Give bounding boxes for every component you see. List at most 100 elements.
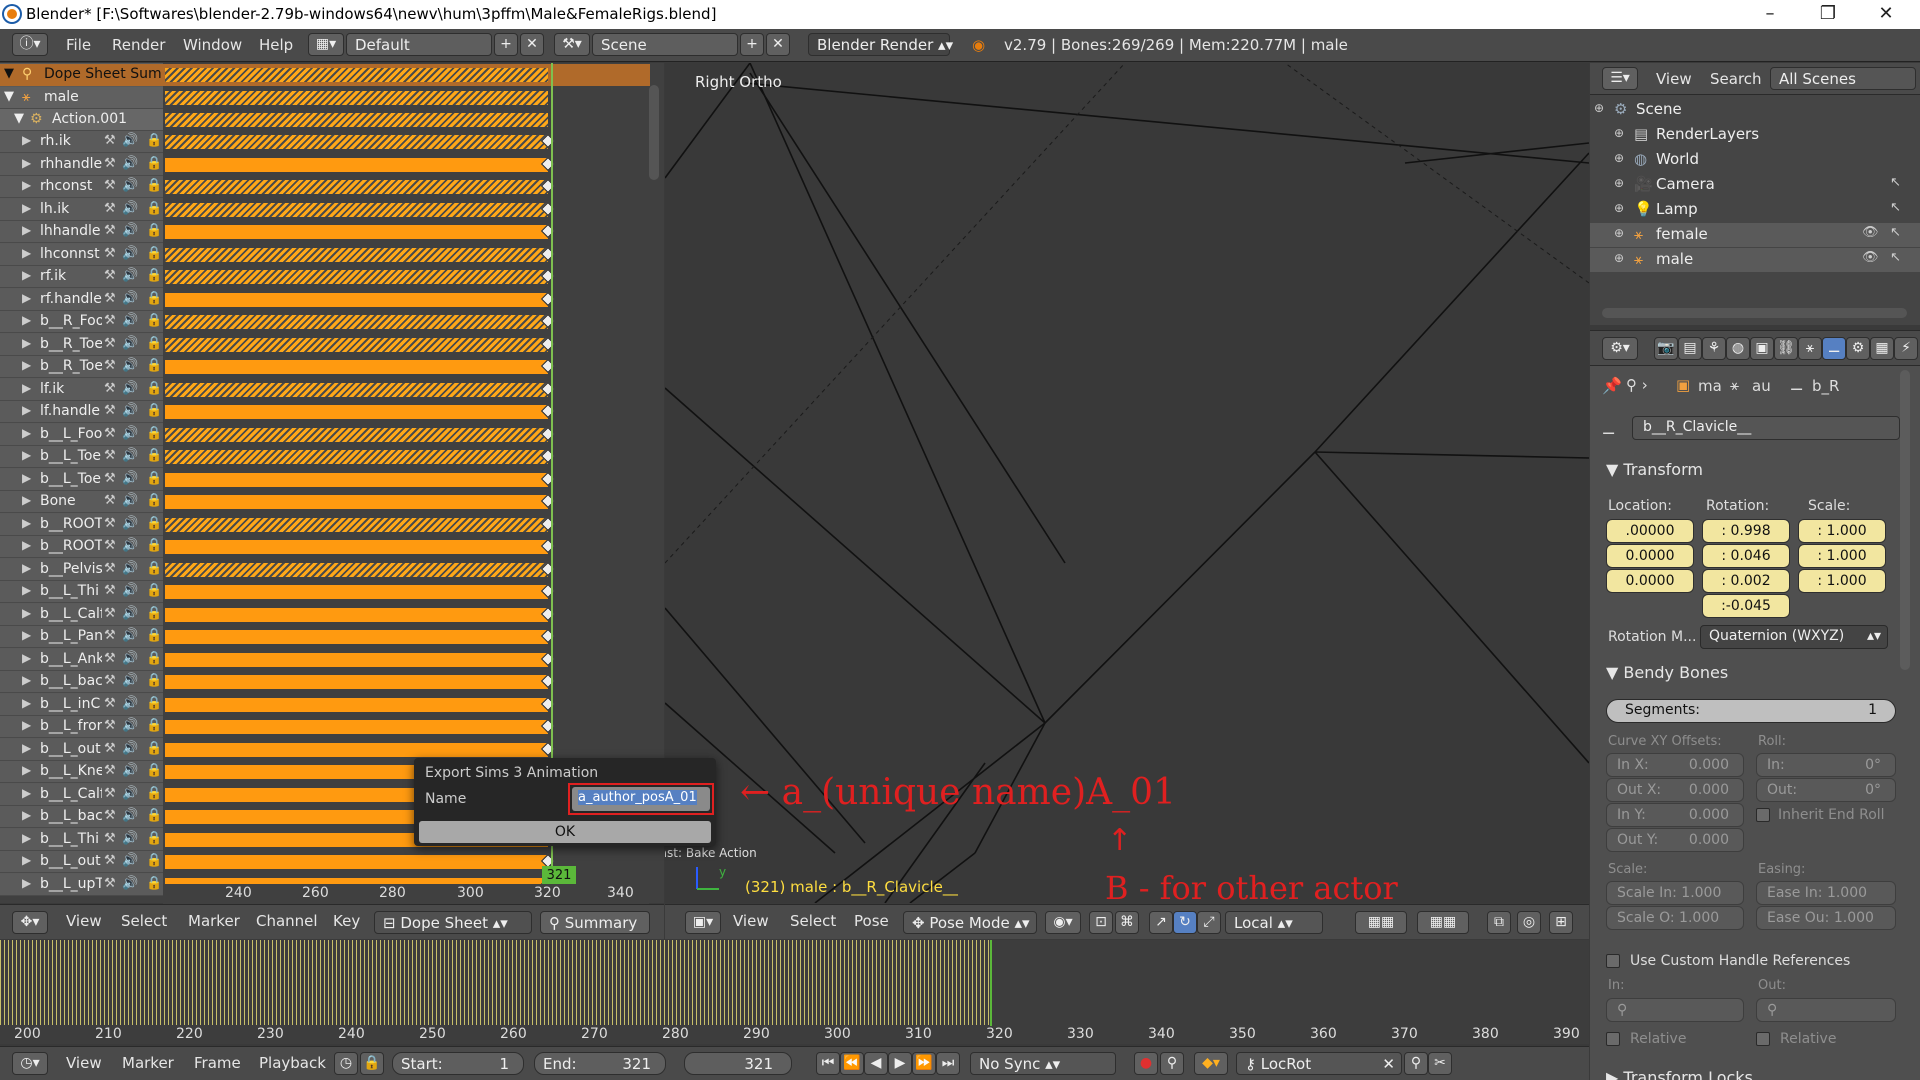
menu-marker[interactable]: Marker: [122, 1054, 174, 1072]
menu-select[interactable]: Select: [121, 912, 167, 930]
menu-frame[interactable]: Frame: [194, 1054, 241, 1072]
speaker-icon[interactable]: 🔊: [122, 133, 138, 148]
wrench-icon[interactable]: ⚒: [104, 133, 116, 148]
wrench-icon[interactable]: ⚒: [104, 786, 116, 801]
menu-file[interactable]: File: [66, 36, 91, 54]
wrench-icon[interactable]: ⚒: [104, 156, 116, 171]
record-icon[interactable]: ●: [1134, 1052, 1158, 1075]
expand-triangle-icon[interactable]: ▶: [22, 133, 31, 147]
speaker-icon[interactable]: 🔊: [122, 718, 138, 733]
menu-help[interactable]: Help: [259, 36, 293, 54]
minimize-button[interactable]: –: [1750, 2, 1790, 26]
start-frame-field[interactable]: Start: 1: [392, 1052, 524, 1075]
layers-tab-icon[interactable]: ▤: [1678, 337, 1702, 360]
wrench-icon[interactable]: ⚒: [104, 516, 116, 531]
roll-in-field[interactable]: In: 0°: [1756, 753, 1896, 777]
preview-range-icon[interactable]: ◷: [334, 1052, 358, 1075]
speaker-icon[interactable]: 🔊: [122, 471, 138, 486]
expand-triangle-icon[interactable]: ▶: [22, 696, 31, 710]
expand-icon[interactable]: ⊕: [1614, 201, 1624, 215]
speaker-icon[interactable]: 🔊: [122, 651, 138, 666]
wrench-icon[interactable]: ⚒: [104, 831, 116, 846]
ok-button[interactable]: OK: [419, 821, 711, 843]
editor-type-icon[interactable]: ▣▾: [685, 911, 721, 934]
remove-scene-button[interactable]: ✕: [766, 33, 790, 56]
lock-icon[interactable]: 🔒: [146, 696, 162, 711]
expand-triangle-icon[interactable]: ▶: [22, 561, 31, 575]
editor-type-icon[interactable]: ◷▾: [12, 1052, 48, 1075]
expand-triangle-icon[interactable]: ▶: [22, 336, 31, 350]
location-z-field[interactable]: 0.0000: [1606, 569, 1694, 593]
outliner-item-lamp[interactable]: ⊕ 💡 Lamp ↖: [1590, 198, 1920, 222]
lock-icon[interactable]: 🔒: [146, 628, 162, 643]
expand-triangle-icon[interactable]: ▶: [22, 201, 31, 215]
expand-triangle-icon[interactable]: ▼: [14, 111, 24, 126]
wrench-icon[interactable]: ⚒: [104, 448, 116, 463]
menu-window[interactable]: Window: [183, 36, 242, 54]
location-y-field[interactable]: 0.0000: [1606, 544, 1694, 568]
speaker-icon[interactable]: 🔊: [122, 808, 138, 823]
speaker-icon[interactable]: 🔊: [122, 156, 138, 171]
outliner-item-renderlayers[interactable]: ⊕ ▤ RenderLayers: [1590, 123, 1920, 147]
menu-pose[interactable]: Pose: [854, 912, 889, 930]
handle-out-field[interactable]: ⚲: [1756, 998, 1896, 1022]
dope-ruler[interactable]: 240 260 280 300 320 340: [163, 884, 649, 904]
speaker-icon[interactable]: 🔊: [122, 853, 138, 868]
lock-icon[interactable]: 🔒: [146, 178, 162, 193]
lock-layers-icon[interactable]: ⧉: [1487, 911, 1511, 934]
wrench-icon[interactable]: ⚒: [104, 718, 116, 733]
timeline-editor[interactable]: 200 210 220 230 240 250 260 270 280 290 300 310 320 3…: [0, 940, 1589, 1044]
custom-handle-checkbox[interactable]: [1606, 954, 1620, 968]
lock-icon[interactable]: 🔒: [146, 268, 162, 283]
lock-icon[interactable]: 🔒: [146, 223, 162, 238]
speaker-icon[interactable]: 🔊: [122, 741, 138, 756]
outliner-item-male[interactable]: ⊕ ⚹ male ↖ 👁: [1590, 248, 1920, 272]
lock-icon[interactable]: 🔒: [146, 718, 162, 733]
lock-icon[interactable]: 🔒: [146, 538, 162, 553]
lock-icon[interactable]: 🔒: [146, 516, 162, 531]
speaker-icon[interactable]: 🔊: [122, 786, 138, 801]
lock-icon[interactable]: 🔒: [146, 763, 162, 778]
jump-end-icon[interactable]: ⏭: [936, 1052, 960, 1075]
lock-icon[interactable]: 🔒: [146, 381, 162, 396]
render-tab-icon[interactable]: 📷: [1654, 337, 1678, 360]
speaker-icon[interactable]: 🔊: [122, 403, 138, 418]
expand-triangle-icon[interactable]: ▶: [22, 741, 31, 755]
expand-icon[interactable]: ⊕: [1614, 226, 1624, 240]
expand-triangle-icon[interactable]: ▶: [22, 673, 31, 687]
editor-type-info-icon[interactable]: ⓘ▾: [12, 33, 48, 56]
restore-button[interactable]: ❐: [1808, 2, 1848, 26]
speaker-icon[interactable]: 🔊: [122, 583, 138, 598]
expand-icon[interactable]: ⊕: [1614, 176, 1624, 190]
outliner-item-female[interactable]: ⊕ ⚹ female ↖ 👁: [1590, 223, 1920, 247]
rotation-y-field[interactable]: : 0.002: [1702, 569, 1790, 593]
speaker-icon[interactable]: 🔊: [122, 381, 138, 396]
add-layout-button[interactable]: +: [494, 33, 518, 56]
lock-icon[interactable]: 🔒: [146, 471, 162, 486]
3d-viewport[interactable]: Right Ortho Last: Bake Action y (321) ma…: [665, 63, 1589, 903]
expand-triangle-icon[interactable]: ▶: [22, 808, 31, 822]
speaker-icon[interactable]: 🔊: [122, 268, 138, 283]
out-x-field[interactable]: Out X: 0.000: [1606, 778, 1744, 802]
play-icon[interactable]: ▶: [888, 1052, 912, 1075]
handle-in-field[interactable]: ⚲: [1606, 998, 1744, 1022]
speaker-icon[interactable]: 🔊: [122, 336, 138, 351]
wrench-icon[interactable]: ⚒: [104, 741, 116, 756]
wrench-icon[interactable]: ⚒: [104, 358, 116, 373]
menu-channel[interactable]: Channel: [256, 912, 318, 930]
expand-triangle-icon[interactable]: ▶: [22, 831, 31, 845]
wrench-icon[interactable]: ⚒: [104, 471, 116, 486]
speaker-icon[interactable]: 🔊: [122, 201, 138, 216]
transform-locks-section[interactable]: ▶ Transform Locks: [1606, 1068, 1753, 1080]
expand-triangle-icon[interactable]: ▶: [22, 178, 31, 192]
outliner-scrollbar[interactable]: [1602, 308, 1907, 318]
expand-icon[interactable]: ⊕: [1614, 151, 1624, 165]
menu-key[interactable]: Key: [333, 912, 360, 930]
wrench-icon[interactable]: ⚒: [104, 201, 116, 216]
shading-icon[interactable]: ◉▾: [1045, 911, 1081, 934]
expand-triangle-icon[interactable]: ▶: [22, 403, 31, 417]
lock-icon[interactable]: 🔒: [146, 133, 162, 148]
menu-search[interactable]: Search: [1710, 70, 1762, 88]
prev-key-icon[interactable]: ⏪: [840, 1052, 864, 1075]
add-scene-button[interactable]: +: [740, 33, 764, 56]
